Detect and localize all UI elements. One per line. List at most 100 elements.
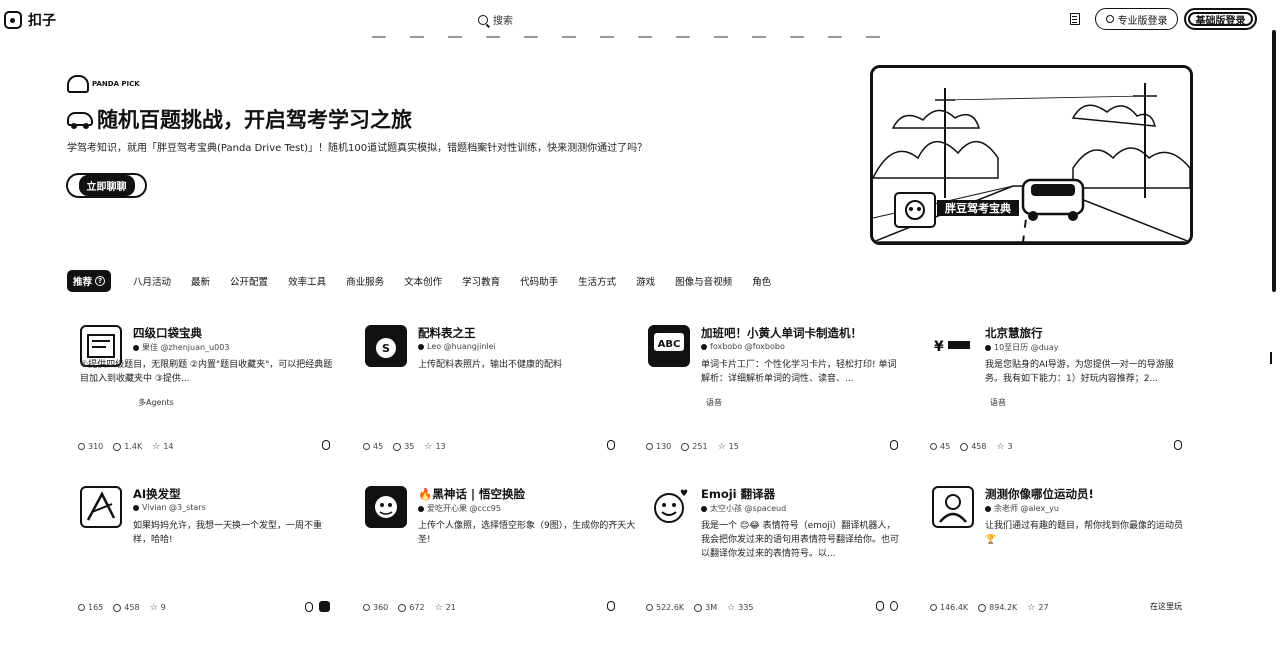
bot-title: 四级口袋宝典	[133, 326, 202, 340]
tab-august-event[interactable]: 八月活动	[133, 274, 171, 288]
channel-icon[interactable]	[890, 601, 898, 611]
play-here-link[interactable]: 在这里玩	[1150, 601, 1182, 612]
star-count: 13	[435, 442, 446, 451]
tab-latest[interactable]: 最新	[191, 274, 210, 288]
platform-icon[interactable]	[1174, 440, 1182, 450]
bot-card[interactable]: 测测你像哪位运动员! 余老师 @alex_yu 让我们通过有趣的题目，帮你找到你…	[930, 486, 1192, 626]
bot-title: 加班吧！小黄人单词卡制造机！	[701, 326, 862, 340]
user-icon	[930, 443, 937, 450]
chat-icon	[393, 442, 402, 451]
bot-avatar: ABC	[648, 325, 690, 367]
chat-count: 672	[409, 603, 425, 612]
side-handle[interactable]	[1270, 352, 1272, 364]
bot-card[interactable]: AI换发型 Vivian @3_stars 如果妈妈允许，我想一天换一个发型，一…	[78, 486, 340, 626]
bot-author: Leo @huangjinlei	[418, 342, 496, 351]
tab-code[interactable]: 代码助手	[520, 274, 558, 288]
car-icon	[67, 112, 93, 129]
bot-card[interactable]: ♥ Emoji 翻译器 太空小孩 @spaceud 我是一个 😊😂 表情符号（e…	[646, 486, 908, 626]
author-avatar-icon	[133, 344, 139, 351]
chat-icon	[681, 442, 690, 451]
bot-card[interactable]: ABC 加班吧！小黄人单词卡制造机！ foxbobo @foxbobo 单词卡片…	[646, 325, 908, 465]
bot-card[interactable]: 🔥黑神话 | 悟空换脸 爱吃开心果 @ccc95 上传个人像照，选择悟空形象（9…	[363, 486, 635, 626]
logo[interactable]: 扣子	[4, 10, 56, 30]
author-avatar-icon	[701, 505, 707, 512]
author-avatar-icon	[418, 343, 424, 350]
bot-description: 我是您贴身的AI导游，为您提供一对一的导游服务。我有如下能力：1）好玩内容推荐；…	[985, 360, 1174, 384]
channel-icon[interactable]	[319, 601, 330, 612]
chat-icon	[694, 603, 703, 612]
chat-count: 894.2K	[989, 603, 1018, 612]
author-name: 爱吃开心果 @ccc95	[427, 504, 501, 513]
user-count: 146.4K	[940, 603, 969, 612]
chat-count: 458	[124, 603, 140, 612]
bot-stats: 310 1.4K ☆ 14	[78, 442, 328, 451]
user-icon	[78, 604, 85, 611]
hero-illustration[interactable]: 胖豆驾考宝典	[870, 65, 1193, 245]
basic-login-label: 基础版登录	[1195, 15, 1246, 27]
tab-public-config[interactable]: 公开配置	[230, 274, 268, 288]
platform-icon[interactable]	[322, 440, 330, 450]
author-name: 10至日历 @duay	[994, 343, 1059, 352]
bot-author: 果佳 @zhenjuan_u003	[133, 342, 229, 353]
tab-recommend[interactable]: 推荐 ?	[67, 270, 112, 292]
tab-lifestyle[interactable]: 生活方式	[578, 274, 616, 288]
tab-education[interactable]: 学习教育	[462, 274, 500, 288]
bot-description: 单词卡片工厂：个性化学习卡片，轻松打印! 单词解析：详细解析单词的词性、读音、.…	[701, 360, 897, 384]
bot-stats: 45 35 ☆ 13	[363, 442, 613, 451]
bot-description: 如果妈妈允许，我想一天换一个发型，一周不重样，哈哈!	[133, 521, 323, 545]
bot-description: ①提供四级题目，无限刷题 ②内置"题目收藏夹"，可以把经典题目加入到收藏夹中 ③…	[80, 360, 333, 384]
bot-title: 配料表之王	[418, 326, 476, 340]
hero-cta-button[interactable]: 立即聊聊	[66, 173, 147, 198]
category-tabs: 推荐 ? 八月活动 最新 公开配置 效率工具 商业服务 文本创作 学习教育 代码…	[67, 270, 791, 292]
platform-icon[interactable]	[607, 440, 615, 450]
user-count: 45	[940, 442, 951, 451]
platform-icon[interactable]	[305, 601, 313, 612]
star-count: 3	[1007, 442, 1013, 451]
bot-card[interactable]: ¥ 北京慧旅行 10至日历 @duay 我是您贴身的AI导游，为您提供一对一的导…	[930, 325, 1192, 465]
bot-stats: 130 251 ☆ 15	[646, 442, 896, 451]
svg-text:ABC: ABC	[658, 339, 681, 350]
tab-productivity[interactable]: 效率工具	[288, 274, 326, 288]
bot-avatar	[932, 486, 974, 528]
card-actions	[305, 601, 330, 612]
bot-card[interactable]: 四级口袋宝典 果佳 @zhenjuan_u003 ①提供四级题目，无限刷题 ②内…	[78, 325, 340, 465]
search-box[interactable]: 搜索	[478, 12, 513, 27]
user-icon	[363, 604, 370, 611]
panda-logo-icon	[67, 75, 89, 93]
card-actions	[1174, 440, 1182, 450]
document-icon[interactable]	[1070, 13, 1080, 25]
tab-games[interactable]: 游戏	[636, 274, 655, 288]
bot-avatar: ¥	[932, 325, 974, 367]
platform-icon[interactable]	[607, 601, 615, 611]
bot-description: 我是一个 😊😂 表情符号（emoji）翻译机器人，我会把你发过来的语句用表情符号…	[701, 521, 900, 559]
search-placeholder: 搜索	[493, 16, 513, 27]
star-icon: ☆	[727, 602, 736, 613]
pro-login-button[interactable]: 专业版登录	[1095, 8, 1178, 30]
tab-media[interactable]: 图像与音视频	[675, 274, 732, 288]
platform-icon[interactable]	[876, 601, 884, 611]
platform-icon[interactable]	[890, 440, 898, 450]
user-icon	[930, 604, 937, 611]
tab-characters[interactable]: 角色	[752, 274, 771, 288]
star-count: 9	[160, 603, 166, 612]
tab-label: 推荐	[73, 277, 93, 288]
user-count: 45	[373, 442, 384, 451]
help-icon: ?	[95, 276, 106, 286]
card-actions	[322, 440, 330, 450]
star-icon: ☆	[434, 602, 443, 613]
page-scrollbar[interactable]	[1272, 30, 1276, 292]
app-name: 扣子	[28, 13, 56, 29]
bot-avatar	[365, 486, 407, 528]
hero-title-text: 随机百题挑战，开启驾考学习之旅	[97, 108, 412, 132]
bot-card[interactable]: S 配料表之王 Leo @huangjinlei 上传配料表照片，输出不健康的配…	[363, 325, 625, 465]
author-avatar-icon	[985, 505, 991, 512]
search-icon	[478, 14, 488, 25]
bot-stats: 522.6K 3M ☆ 335	[646, 603, 896, 612]
bot-author: 爱吃开心果 @ccc95	[418, 503, 501, 514]
tab-writing[interactable]: 文本创作	[404, 274, 442, 288]
user-icon	[646, 443, 653, 450]
svg-text:♥: ♥	[680, 489, 688, 499]
tab-business[interactable]: 商业服务	[346, 274, 384, 288]
star-count: 15	[728, 442, 739, 451]
basic-login-button[interactable]: 基础版登录	[1184, 8, 1257, 30]
